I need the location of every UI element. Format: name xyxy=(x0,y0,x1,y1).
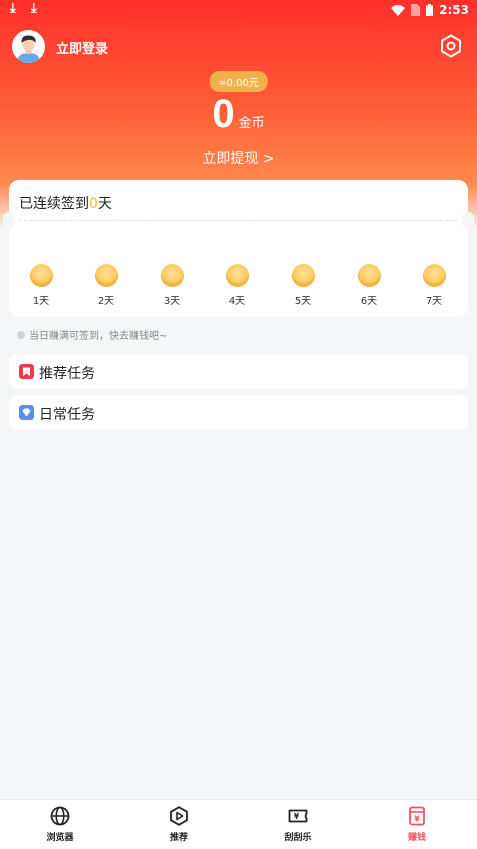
coin-icon xyxy=(291,264,315,287)
tab-scratch[interactable]: ¥ 刮刮乐 xyxy=(258,806,338,843)
checkin-day-2[interactable]: 2天 xyxy=(86,264,126,307)
clock: 2:53 xyxy=(439,3,469,17)
download-icon: ⤓ xyxy=(10,1,16,16)
divider xyxy=(19,220,458,221)
checkin-title-suffix: 天 xyxy=(97,196,112,212)
daily-tasks-row[interactable]: 日常任务 xyxy=(9,395,468,430)
coin-icon xyxy=(357,264,381,287)
card-notch xyxy=(3,212,15,228)
tab-recommend[interactable]: 推荐 xyxy=(139,806,219,843)
tab-earn[interactable]: ¥ 赚钱 xyxy=(377,806,457,843)
daily-tasks-label: 日常任务 xyxy=(39,407,95,423)
balance-badge: ≈0.00元 xyxy=(209,71,268,92)
checkin-day-4[interactable]: 4天 xyxy=(217,264,257,307)
checkin-title-prefix: 已连续签到 xyxy=(19,196,89,212)
bottom-tab-bar: 浏览器 推荐 ¥ 刮刮乐 ¥ 赚钱 xyxy=(0,799,477,849)
bookmark-icon xyxy=(19,364,34,379)
recommended-tasks-row[interactable]: 推荐任务 xyxy=(9,354,468,389)
checkin-hint: 当日赚满可签到，快去赚钱吧~ xyxy=(17,327,167,342)
battery-icon xyxy=(426,4,434,16)
card-notch xyxy=(462,212,474,228)
day-label: 3天 xyxy=(163,296,181,307)
checkin-card: 已连续签到0天 1天 2天 3天 4天 5天 6天 7天 xyxy=(3,180,474,317)
status-bar: ⤓ ⤓ 2:53 xyxy=(0,0,477,22)
login-link[interactable]: 立即登录 xyxy=(56,38,108,57)
coin-icon xyxy=(422,264,446,287)
tab-label: 浏览器 xyxy=(46,833,74,843)
day-label: 1天 xyxy=(32,296,50,307)
day-label: 4天 xyxy=(228,296,246,307)
coin-icon xyxy=(29,264,53,287)
checkin-title: 已连续签到0天 xyxy=(19,193,112,213)
coin-icon xyxy=(225,264,249,287)
diamond-icon xyxy=(19,405,34,420)
tab-browser[interactable]: 浏览器 xyxy=(20,806,100,843)
day-label: 5天 xyxy=(294,296,312,307)
checkin-day-1[interactable]: 1天 xyxy=(21,264,61,307)
svg-text:¥: ¥ xyxy=(294,812,300,821)
info-icon xyxy=(17,330,25,339)
download-icon: ⤓ xyxy=(31,1,37,16)
tab-label: 刮刮乐 xyxy=(284,833,312,843)
avatar[interactable] xyxy=(12,30,45,63)
day-label: 7天 xyxy=(425,296,443,307)
svg-text:¥: ¥ xyxy=(414,815,420,824)
avatar-icon xyxy=(12,30,45,63)
tab-label: 赚钱 xyxy=(407,833,426,843)
coin-icon xyxy=(94,264,118,287)
checkin-days: 1天 2天 3天 4天 5天 6天 7天 xyxy=(9,264,468,310)
checkin-day-5[interactable]: 5天 xyxy=(283,264,323,307)
withdraw-link[interactable]: 立即提现 > xyxy=(0,148,477,168)
checkin-day-6[interactable]: 6天 xyxy=(349,264,389,307)
coin-icon xyxy=(160,264,184,287)
globe-icon xyxy=(50,806,70,826)
checkin-day-7[interactable]: 7天 xyxy=(414,264,454,307)
coin-balance: 0 金币 xyxy=(0,92,477,137)
sim-icon xyxy=(411,4,421,16)
hint-text: 当日赚满可签到，快去赚钱吧~ xyxy=(29,331,168,342)
wifi-icon xyxy=(391,4,406,16)
coin-unit: 金币 xyxy=(238,116,265,131)
money-icon: ¥ xyxy=(409,806,425,826)
recommended-tasks-label: 推荐任务 xyxy=(39,366,95,382)
settings-icon[interactable] xyxy=(439,34,463,58)
play-icon xyxy=(170,806,188,826)
ticket-icon: ¥ xyxy=(288,809,308,823)
checkin-days-count: 0 xyxy=(89,196,98,212)
coin-count: 0 xyxy=(212,92,235,136)
day-label: 2天 xyxy=(97,296,115,307)
day-label: 6天 xyxy=(360,296,378,307)
checkin-day-3[interactable]: 3天 xyxy=(152,264,192,307)
tab-label: 推荐 xyxy=(169,833,188,843)
